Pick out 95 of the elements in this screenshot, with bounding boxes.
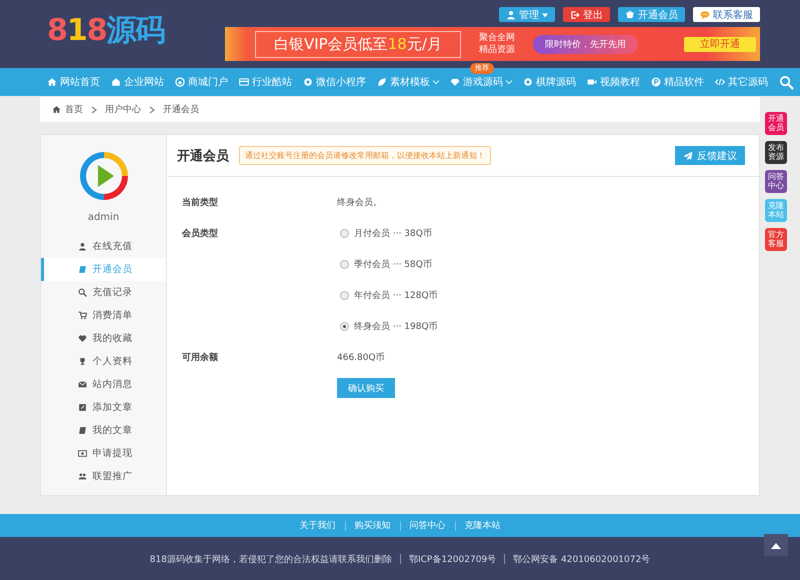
notice-message: 通过社交账号注册的会员请修改常用邮箱，以便接收本站上新通知！ xyxy=(239,146,491,165)
sidebar-item[interactable]: 联盟推广 xyxy=(41,465,166,488)
sidebar-item[interactable]: 我的文章 xyxy=(41,419,166,442)
nav-link[interactable]: 微信小程序 xyxy=(303,75,366,89)
sidebar-item[interactable]: 申请提现 xyxy=(41,442,166,465)
back-to-top-button[interactable] xyxy=(764,534,788,556)
letter-circle-icon xyxy=(651,77,661,87)
user-icon xyxy=(506,10,516,20)
footer-link[interactable]: 问答中心 xyxy=(400,520,454,530)
nav-link[interactable]: 行业酷站 xyxy=(239,75,292,89)
sidebar-item[interactable]: 开通会员 xyxy=(41,258,166,281)
sidebar-item[interactable]: 在线充值 xyxy=(41,235,166,258)
caret-icon xyxy=(542,12,548,18)
police-record-link[interactable]: 鄂公网安备 42010602001072号 xyxy=(513,552,650,566)
paper-plane-icon xyxy=(683,150,693,160)
top-button[interactable]: 管理 xyxy=(499,7,555,22)
radio-button[interactable] xyxy=(340,322,349,331)
offer-pill: 限时特价，先开先用 xyxy=(532,34,638,54)
breadcrumb-link[interactable]: 用户中心 xyxy=(105,103,141,116)
footer-link[interactable]: 克隆本站 xyxy=(454,520,510,530)
top-button[interactable]: 联系客服 xyxy=(693,7,760,22)
footer-link[interactable]: 购买须知 xyxy=(344,520,400,530)
field-value: 终身会员。 xyxy=(337,196,382,209)
chat-bubble-icon xyxy=(700,10,710,20)
search-icon xyxy=(78,288,86,297)
top-button[interactable]: 开通会员 xyxy=(618,7,685,22)
chevron-icon xyxy=(149,106,155,114)
house-icon xyxy=(111,77,121,87)
envelope-icon xyxy=(78,380,86,389)
cart-icon xyxy=(78,311,86,320)
page-title: 开通会员 xyxy=(177,148,229,164)
banner-text: 聚合全网 xyxy=(478,32,515,44)
float-button[interactable]: 问答中心 xyxy=(765,170,787,193)
radio-button[interactable] xyxy=(340,229,349,238)
feedback-button[interactable]: 反馈建议 xyxy=(675,146,745,165)
float-button[interactable]: 官方客服 xyxy=(765,228,787,251)
field-value: 466.80Q币 xyxy=(337,352,385,364)
nav-link[interactable]: 素材模板 xyxy=(377,75,439,89)
icp-link[interactable]: 鄂ICP备12002709号 xyxy=(408,552,496,566)
trophy-icon xyxy=(78,357,86,366)
nav-link[interactable]: 视频教程 xyxy=(587,75,640,89)
banner-headline: 白银VIP会员低至18元/月 xyxy=(255,30,461,58)
user-icon xyxy=(78,242,86,251)
float-button[interactable]: 发布资源 xyxy=(765,141,787,164)
confirm-purchase-button[interactable]: 确认购买 xyxy=(337,378,395,398)
circle-icon xyxy=(303,77,313,87)
leaf-icon xyxy=(377,77,387,87)
edit-icon xyxy=(78,403,86,412)
float-button[interactable]: 开通会员 xyxy=(765,112,787,135)
radio-button[interactable] xyxy=(340,291,349,300)
nav-link[interactable]: 游戏源码 xyxy=(450,75,512,89)
home-icon xyxy=(52,105,61,114)
card-icon xyxy=(239,77,249,87)
logout-icon xyxy=(570,10,580,20)
circle-icon xyxy=(523,77,533,87)
nav-link[interactable]: 其它源码 xyxy=(715,75,768,89)
promo-banner[interactable]: 白银VIP会员低至18元/月 聚合全网 精品资源 限时特价，先开先用 立即开通 xyxy=(225,27,760,61)
video-camera-icon xyxy=(587,77,597,87)
site-logo[interactable]: 818源码 xyxy=(47,10,165,46)
field-label: 可用余额 xyxy=(182,351,219,365)
sidebar-item[interactable]: 添加文章 xyxy=(41,396,166,419)
breadcrumb-link[interactable]: 首页 xyxy=(52,103,83,116)
diamond-icon xyxy=(450,77,460,87)
circle-icon xyxy=(175,77,185,87)
code-icon xyxy=(715,77,725,87)
nav-link[interactable]: 精品软件 xyxy=(651,75,704,89)
heart-icon xyxy=(78,334,86,343)
nav-link[interactable]: 棋牌源码 xyxy=(523,75,576,89)
banner-text: 精品资源 xyxy=(478,44,515,56)
radio-option[interactable]: 月付会员 ··· 38Q币 xyxy=(340,218,759,249)
sidebar-item[interactable]: 站内消息 xyxy=(41,373,166,396)
up-arrow-icon xyxy=(771,541,781,549)
chevron-icon xyxy=(91,106,97,114)
sidebar-item[interactable]: 充值记录 xyxy=(41,281,166,304)
radio-option[interactable]: 终身会员 ··· 198Q币 xyxy=(340,311,759,342)
username: admin xyxy=(88,212,120,223)
top-button[interactable]: 登出 xyxy=(563,7,610,22)
footer-link[interactable]: 关于我们 xyxy=(290,520,344,530)
radio-option[interactable]: 季付会员 ··· 58Q币 xyxy=(340,249,759,280)
nav-link[interactable]: 网站首页 xyxy=(47,75,100,89)
home-icon xyxy=(47,77,57,87)
nav-link[interactable]: 商城门户 xyxy=(175,75,228,89)
copyright-text: 818源码收集于网络，若侵犯了您的合法权益请联系我们删除 xyxy=(150,554,392,566)
search-icon xyxy=(779,74,794,90)
radio-option[interactable]: 年付会员 ··· 128Q币 xyxy=(340,280,759,311)
sidebar-item[interactable]: 我的收藏 xyxy=(41,327,166,350)
sidebar-item[interactable]: 个人资料 xyxy=(41,350,166,373)
sidebar-item[interactable]: 消费清单 xyxy=(41,304,166,327)
banknote-icon xyxy=(78,449,86,458)
field-label: 会员类型 xyxy=(182,227,219,241)
open-now-button[interactable]: 立即开通 xyxy=(684,36,756,52)
nav-link[interactable]: 企业网站 xyxy=(111,75,164,89)
field-label: 当前类型 xyxy=(182,196,219,210)
radio-button[interactable] xyxy=(340,260,349,269)
users-icon xyxy=(78,472,86,481)
